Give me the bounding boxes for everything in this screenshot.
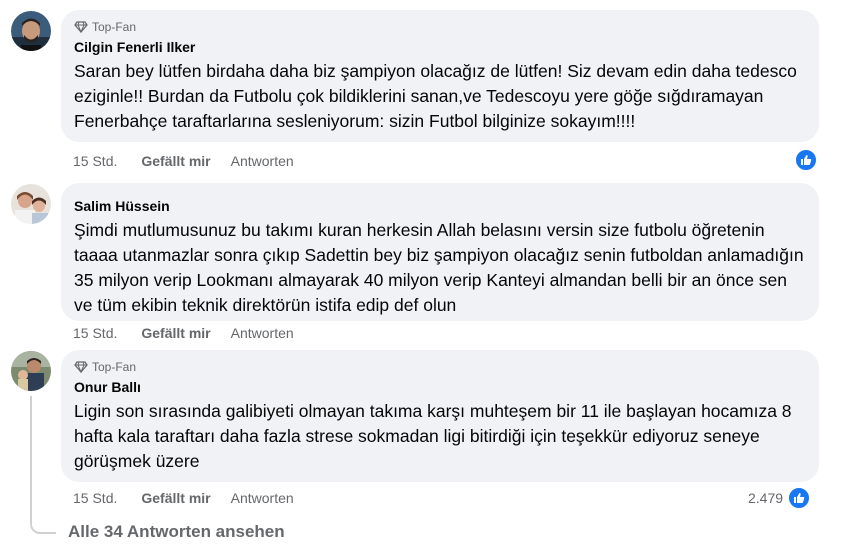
like-button[interactable]: Gefällt mir (141, 325, 210, 341)
comment-bubble: Top-Fan Onur Ballı Ligin son sırasında g… (61, 350, 819, 482)
avatar[interactable] (11, 184, 51, 224)
like-button[interactable]: Gefällt mir (141, 153, 210, 169)
top-fan-badge: Top-Fan (74, 358, 806, 376)
badge-label: Top-Fan (92, 360, 137, 374)
comment-author[interactable]: Salim Hüssein (74, 197, 806, 215)
comment-actions: 15 Std. Gefällt mir Antworten (73, 323, 294, 343)
comment-text: Şimdi mutlumusunuz bu takımı kuran herke… (74, 220, 804, 315)
comment-timestamp[interactable]: 15 Std. (73, 325, 117, 341)
thread-line-curve (30, 514, 56, 534)
diamond-icon (74, 21, 88, 33)
reply-button[interactable]: Antworten (231, 325, 294, 341)
thread-line (30, 396, 32, 524)
comment-author[interactable]: Cilgin Fenerli Ilker (74, 38, 806, 56)
reaction-summary[interactable] (790, 148, 818, 172)
reaction-summary[interactable]: 2.479 (748, 486, 812, 510)
comment-bubble: Top-Fan Cilgin Fenerli Ilker Saran bey l… (61, 10, 819, 142)
comment-bubble: Salim Hüssein Şimdi mutlumusunuz bu takı… (61, 183, 819, 321)
reply-button[interactable]: Antworten (231, 153, 294, 169)
thumbs-up-icon (787, 486, 812, 510)
avatar[interactable] (11, 351, 51, 391)
avatar[interactable] (11, 11, 51, 51)
comment-text: Ligin son sırasında galibiyeti olmayan t… (74, 401, 792, 471)
reply-button[interactable]: Antworten (231, 490, 294, 506)
comment-actions: 15 Std. Gefällt mir Antworten (73, 151, 294, 171)
comment-author[interactable]: Onur Ballı (74, 378, 806, 396)
badge-label: Top-Fan (92, 20, 137, 34)
comment-actions: 15 Std. Gefällt mir Antworten (73, 488, 294, 508)
reaction-count: 2.479 (748, 490, 784, 506)
diamond-icon (74, 361, 88, 373)
thumbs-up-icon (794, 148, 818, 172)
comment-text: Saran bey lütfen birdaha daha biz şampiy… (74, 61, 797, 131)
top-fan-badge: Top-Fan (74, 18, 806, 36)
like-button[interactable]: Gefällt mir (141, 490, 210, 506)
comment-timestamp[interactable]: 15 Std. (73, 490, 117, 506)
comment-timestamp[interactable]: 15 Std. (73, 153, 117, 169)
view-all-replies-link[interactable]: Alle 34 Antworten ansehen (68, 522, 285, 542)
